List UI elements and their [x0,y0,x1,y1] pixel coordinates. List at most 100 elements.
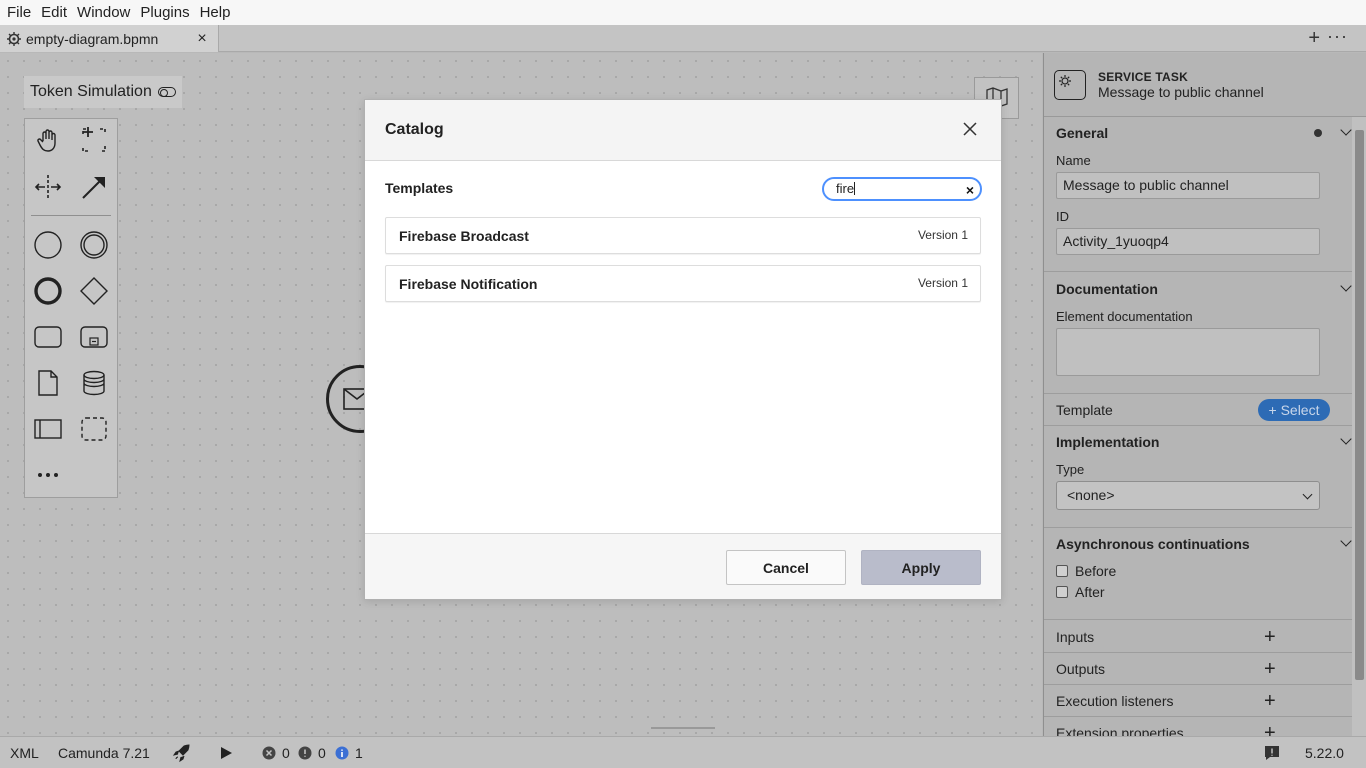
group-icon[interactable] [78,413,110,445]
warnings-indicator[interactable]: 0 [298,737,326,768]
section-extension-properties[interactable]: Extension properties [1056,725,1184,736]
close-icon[interactable]: × [194,30,210,48]
template-version: Version 1 [917,228,968,242]
async-after-row[interactable]: After [1056,584,1105,600]
divider [1044,393,1352,394]
id-label: ID [1056,209,1069,224]
lasso-tool-icon[interactable] [78,124,110,156]
type-label: Type [1056,462,1085,477]
add-input-icon[interactable]: + [1264,627,1276,647]
section-outputs[interactable]: Outputs [1056,661,1105,677]
template-version: Version 1 [917,276,968,290]
space-tool-icon[interactable] [32,171,64,203]
search-input[interactable]: fire × [822,177,982,201]
tab-empty-diagram[interactable]: empty-diagram.bpmn × [0,25,219,52]
more-tools-icon[interactable] [32,459,64,491]
divider [1044,271,1352,272]
rocket-icon[interactable] [172,737,192,768]
app-version[interactable]: 5.22.0 [1305,737,1344,768]
search-value: fire [836,181,855,196]
after-label: After [1075,584,1105,600]
modal-title: Catalog [385,121,444,138]
subprocess-icon[interactable] [78,321,110,353]
cancel-button[interactable]: Cancel [726,550,846,585]
chevron-down-icon[interactable] [1340,433,1352,445]
warning-icon [298,746,312,760]
warning-count: 0 [318,745,326,761]
error-icon [262,746,276,760]
chevron-down-icon[interactable] [1340,535,1352,547]
menu-help[interactable]: Help [195,0,236,25]
menu-plugins[interactable]: Plugins [135,0,194,25]
implementation-type-select[interactable]: <none> [1056,481,1320,510]
divider [1044,684,1352,685]
divider [1044,527,1352,528]
info-icon [335,746,349,760]
add-output-icon[interactable]: + [1264,659,1276,679]
menu-window[interactable]: Window [72,0,135,25]
bpmn-file-icon [6,31,22,47]
templates-label: Templates [385,180,454,196]
changed-indicator [1314,129,1322,137]
section-inputs[interactable]: Inputs [1056,629,1094,645]
section-documentation[interactable]: Documentation [1056,281,1158,297]
after-checkbox[interactable] [1056,586,1068,598]
task-icon[interactable] [32,321,64,353]
connect-tool-icon[interactable] [78,171,110,203]
end-event-icon[interactable] [32,275,64,307]
menu-edit[interactable]: Edit [36,0,72,25]
catalog-modal: Catalog Templates fire × Firebase Broadc… [364,99,1002,600]
palette-separator [31,215,111,216]
section-implementation[interactable]: Implementation [1056,434,1159,450]
id-field[interactable]: Activity_1yuoqp4 [1056,228,1320,255]
pool-icon[interactable] [32,413,64,445]
data-store-icon[interactable] [78,367,110,399]
name-field[interactable]: Message to public channel [1056,172,1320,199]
service-task-icon [1054,69,1086,100]
properties-panel: SERVICE TASK Message to public channel G… [1043,53,1366,736]
close-icon[interactable] [961,120,979,138]
add-listener-icon[interactable]: + [1264,691,1276,711]
apply-button[interactable]: Apply [861,550,981,585]
chevron-down-icon[interactable] [1340,124,1352,136]
infos-indicator[interactable]: 1 [335,737,363,768]
async-before-row[interactable]: Before [1056,563,1116,579]
select-template-button[interactable]: + Select [1258,399,1330,421]
section-async[interactable]: Asynchronous continuations [1056,536,1250,552]
tab-label: empty-diagram.bpmn [26,30,159,47]
token-simulation-toggle[interactable]: Token Simulation [24,76,182,108]
documentation-field[interactable] [1056,328,1320,376]
add-tab-icon[interactable]: + [1308,28,1320,48]
hand-tool-icon[interactable] [32,124,64,156]
template-row[interactable]: Firebase Broadcast Version 1 [385,217,981,254]
play-icon[interactable] [219,737,233,768]
section-execution-listeners[interactable]: Execution listeners [1056,693,1174,709]
tool-palette [24,118,118,498]
xml-button[interactable]: XML [10,737,39,768]
menu-bar: File Edit Window Plugins Help [0,0,1366,25]
properties-scrollbar[interactable] [1352,117,1366,736]
scroll-thumb[interactable] [1355,130,1364,680]
section-general[interactable]: General [1056,125,1108,141]
template-name: Firebase Notification [399,276,538,292]
engine-version[interactable]: Camunda 7.21 [58,737,150,768]
chevron-down-icon[interactable] [1340,280,1352,292]
panel-resize-handle[interactable] [651,727,715,730]
modal-footer: Cancel Apply [365,533,1001,599]
element-type: SERVICE TASK [1098,69,1188,84]
gateway-icon[interactable] [78,275,110,307]
clear-search-icon[interactable]: × [966,180,974,200]
template-row[interactable]: Firebase Notification Version 1 [385,265,981,302]
data-object-icon[interactable] [32,367,64,399]
before-checkbox[interactable] [1056,565,1068,577]
element-name: Message to public channel [1098,83,1264,100]
intermediate-event-icon[interactable] [78,229,110,261]
start-event-icon[interactable] [32,229,64,261]
more-icon[interactable]: ··· [1327,26,1348,47]
feedback-icon[interactable] [1264,737,1280,768]
add-extension-property-icon[interactable]: + [1264,723,1276,736]
menu-file[interactable]: File [2,0,36,25]
info-count: 1 [355,745,363,761]
errors-indicator[interactable]: 0 [262,737,290,768]
before-label: Before [1075,563,1117,579]
